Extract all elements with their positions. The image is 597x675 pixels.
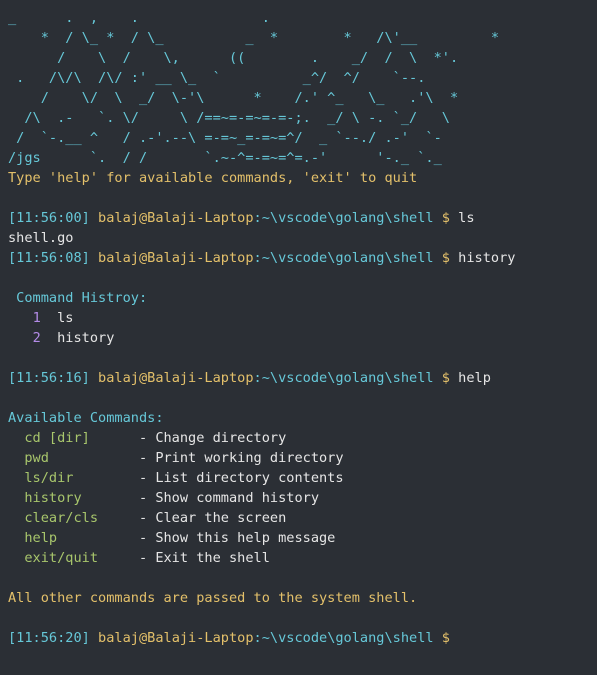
active-prompt-line[interactable]: [11:56:20] balaj@Balaji-Laptop:~\vscode\… bbox=[8, 628, 597, 648]
timestamp: [11:56:00] bbox=[8, 210, 90, 226]
help-command-desc: - Show command history bbox=[130, 490, 320, 506]
banner-line: / `-.__ ^ / .-'.--\ =-=~_=-=~=^/ _ `--./… bbox=[8, 130, 442, 146]
help-header: Available Commands: bbox=[8, 410, 164, 426]
banner-line: * / \_ * / \_ _ * * /\'__ * bbox=[8, 30, 500, 46]
help-command-desc: - Change directory bbox=[130, 430, 287, 446]
prompt-symbol: $ bbox=[433, 210, 459, 226]
banner-line: /jgs `. / / `.~-^=-=~=^=.-' '-._ `._ bbox=[8, 150, 442, 166]
prompt-symbol: $ bbox=[433, 370, 459, 386]
help-command-desc: - Print working directory bbox=[130, 450, 344, 466]
user-host: balaj@Balaji-Laptop bbox=[98, 250, 254, 266]
timestamp: [11:56:16] bbox=[8, 370, 90, 386]
command-text: ls bbox=[458, 210, 475, 226]
help-entry: help - Show this help message bbox=[8, 528, 597, 548]
prompt-line: [11:56:08] balaj@Balaji-Laptop:~\vscode\… bbox=[8, 248, 597, 268]
help-command-name: clear/cls bbox=[8, 510, 131, 526]
text-cursor bbox=[458, 629, 466, 644]
help-entry: history - Show command history bbox=[8, 488, 597, 508]
help-command-name: exit/quit bbox=[8, 550, 131, 566]
help-command-name: cd [dir] bbox=[8, 430, 131, 446]
cwd-path: :~\vscode\golang\shell bbox=[253, 370, 434, 386]
prompt-line: [11:56:00] balaj@Balaji-Laptop:~\vscode\… bbox=[8, 208, 597, 228]
help-command-name: history bbox=[8, 490, 131, 506]
prompt-symbol: $ bbox=[433, 250, 459, 266]
history-header: Command Histroy: bbox=[8, 290, 148, 306]
help-command-desc: - Clear the screen bbox=[130, 510, 287, 526]
history-command: history bbox=[57, 330, 115, 346]
terminal-window[interactable]: _ . , . . * / \_ * / \_ _ * * /\'__ * / … bbox=[0, 0, 597, 675]
help-entry: pwd - Print working directory bbox=[8, 448, 597, 468]
help-entry: clear/cls - Clear the screen bbox=[8, 508, 597, 528]
help-command-name: ls/dir bbox=[8, 470, 131, 486]
cwd-path: :~\vscode\golang\shell bbox=[253, 210, 434, 226]
history-item: 2 history bbox=[8, 328, 597, 348]
history-number: 2 bbox=[32, 330, 41, 346]
help-command-name: pwd bbox=[8, 450, 131, 466]
history-number: 1 bbox=[32, 310, 41, 326]
help-command-name: help bbox=[8, 530, 131, 546]
help-entry: exit/quit - Exit the shell bbox=[8, 548, 597, 568]
help-entry: cd [dir] - Change directory bbox=[8, 428, 597, 448]
user-host: balaj@Balaji-Laptop bbox=[98, 370, 254, 386]
history-command: ls bbox=[57, 310, 74, 326]
banner-line: /\ .- `. \/ \ /==~=-=~=-=-;. _/ \ -. `_/… bbox=[8, 110, 450, 126]
banner-line: / \/ \ _/ \-'\ * /.' ^_ \_ .'\ * bbox=[8, 90, 459, 106]
ascii-banner: _ . , . . * / \_ * / \_ _ * * /\'__ * / … bbox=[8, 8, 597, 168]
banner-line: / \ / \, (( . _/ / \ *'. bbox=[8, 50, 459, 66]
help-command-desc: - Exit the shell bbox=[130, 550, 270, 566]
help-footer: All other commands are passed to the sys… bbox=[8, 590, 418, 606]
help-entry: ls/dir - List directory contents bbox=[8, 468, 597, 488]
user-host: balaj@Balaji-Laptop bbox=[98, 210, 254, 226]
welcome-message: Type 'help' for available commands, 'exi… bbox=[8, 170, 418, 186]
timestamp: [11:56:20] bbox=[8, 630, 90, 646]
cwd-path: :~\vscode\golang\shell bbox=[253, 250, 434, 266]
command-text: help bbox=[458, 370, 491, 386]
command-output: shell.go bbox=[8, 230, 74, 246]
cwd-path: :~\vscode\golang\shell bbox=[253, 630, 434, 646]
command-text: history bbox=[458, 250, 516, 266]
timestamp: [11:56:08] bbox=[8, 250, 90, 266]
prompt-symbol: $ bbox=[433, 630, 459, 646]
banner-line: _ . , . . bbox=[8, 10, 270, 26]
history-item: 1 ls bbox=[8, 308, 597, 328]
prompt-line: [11:56:16] balaj@Balaji-Laptop:~\vscode\… bbox=[8, 368, 597, 388]
help-command-desc: - List directory contents bbox=[130, 470, 344, 486]
banner-line: . /\/\ /\/ :' __ \_ ` _^/ ^/ `--. bbox=[8, 70, 426, 86]
user-host: balaj@Balaji-Laptop bbox=[98, 630, 254, 646]
help-command-desc: - Show this help message bbox=[130, 530, 336, 546]
